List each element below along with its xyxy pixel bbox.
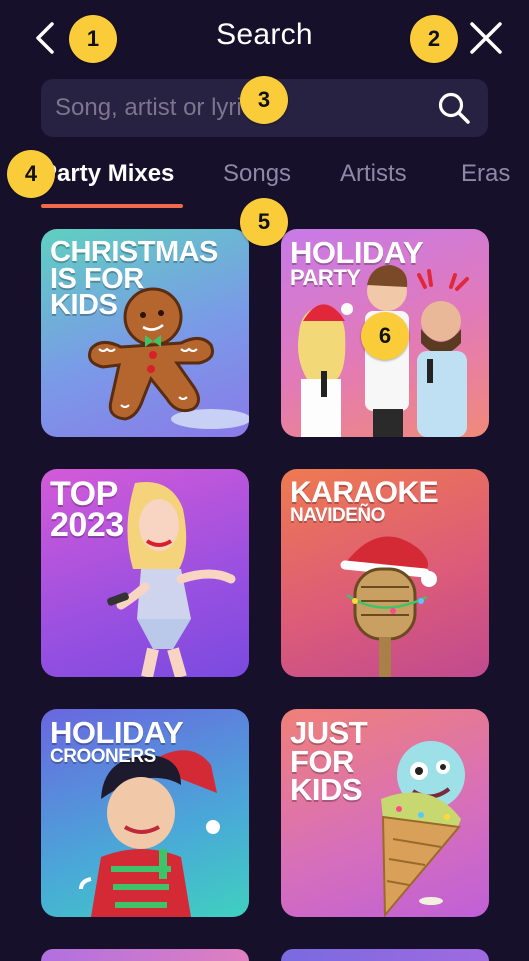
- playlist-tile-holiday-crooners[interactable]: HOLIDAY CROONERS: [41, 709, 249, 917]
- tab-artists[interactable]: Artists: [340, 160, 407, 188]
- tile-title-line1: HOLIDAY: [290, 235, 424, 270]
- tile-title-line2: NAVIDEÑO: [290, 504, 385, 526]
- annotation-marker-6: 6: [361, 312, 409, 360]
- close-icon: [470, 22, 502, 54]
- playlist-tile-christmas-is-for-kids[interactable]: CHRISTMAS IS FOR KIDS: [41, 229, 249, 437]
- playlist-tile-partial-left[interactable]: [41, 949, 249, 961]
- tile-title-line1: HOLIDAY: [50, 715, 184, 750]
- playlist-tile-karaoke-navideno[interactable]: KARAOKE NAVIDEÑO: [281, 469, 489, 677]
- tab-songs[interactable]: Songs: [223, 160, 291, 188]
- active-tab-indicator: [41, 204, 183, 208]
- tile-title-line1: KARAOKE: [290, 476, 439, 509]
- tile-title-line3: KIDS: [290, 772, 363, 808]
- search-input[interactable]: [55, 79, 425, 137]
- annotation-marker-1: 1: [69, 15, 117, 63]
- annotation-marker-4: 4: [7, 150, 55, 198]
- annotation-marker-2: 2: [410, 15, 458, 63]
- playlist-tile-just-for-kids[interactable]: JUST FOR KIDS: [281, 709, 489, 917]
- playlist-tile-top-2023[interactable]: TOP 2023: [41, 469, 249, 677]
- playlist-tile-partial-right[interactable]: [281, 949, 489, 961]
- tab-eras[interactable]: Eras: [461, 160, 510, 188]
- annotation-marker-3: 3: [240, 76, 288, 124]
- tile-title-line2: PARTY: [290, 264, 361, 290]
- search-icon[interactable]: [437, 91, 471, 125]
- tile-title-line2: CROONERS: [50, 745, 156, 767]
- tile-title-line2: 2023: [50, 506, 124, 545]
- annotation-marker-5: 5: [240, 198, 288, 246]
- close-button[interactable]: [466, 18, 506, 58]
- tab-party-mixes[interactable]: Party Mixes: [41, 160, 174, 188]
- tile-title-line1: CHRISTMAS: [50, 236, 218, 268]
- tile-title-line2: IS FOR: [50, 262, 144, 295]
- tile-title-line3: KIDS: [50, 289, 118, 322]
